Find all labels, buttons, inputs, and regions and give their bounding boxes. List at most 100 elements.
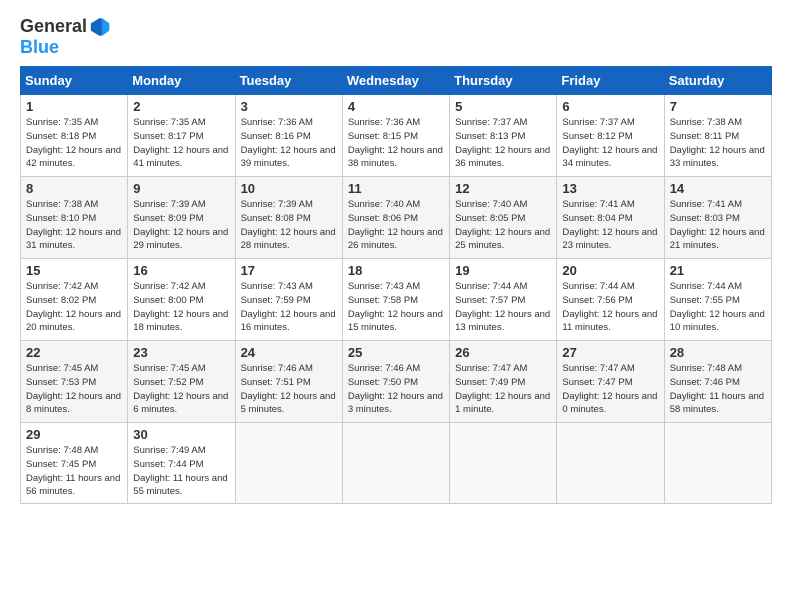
day-number: 1	[26, 99, 123, 114]
day-info: Sunrise: 7:43 AM Sunset: 7:59 PM Dayligh…	[241, 280, 338, 335]
day-info: Sunrise: 7:43 AM Sunset: 7:58 PM Dayligh…	[348, 280, 445, 335]
day-cell: 26 Sunrise: 7:47 AM Sunset: 7:49 PM Dayl…	[450, 341, 557, 423]
logo: General Blue	[20, 16, 111, 58]
day-info: Sunrise: 7:38 AM Sunset: 8:11 PM Dayligh…	[670, 116, 767, 171]
day-number: 17	[241, 263, 338, 278]
header-cell-wednesday: Wednesday	[342, 67, 449, 95]
logo-text-general: General	[20, 17, 87, 37]
day-cell: 24 Sunrise: 7:46 AM Sunset: 7:51 PM Dayl…	[235, 341, 342, 423]
header-cell-tuesday: Tuesday	[235, 67, 342, 95]
day-cell: 18 Sunrise: 7:43 AM Sunset: 7:58 PM Dayl…	[342, 259, 449, 341]
day-number: 2	[133, 99, 230, 114]
page: General Blue SundayMondayTuesdayWednesda…	[0, 0, 792, 514]
day-number: 4	[348, 99, 445, 114]
day-cell: 14 Sunrise: 7:41 AM Sunset: 8:03 PM Dayl…	[664, 177, 771, 259]
day-info: Sunrise: 7:39 AM Sunset: 8:08 PM Dayligh…	[241, 198, 338, 253]
day-info: Sunrise: 7:36 AM Sunset: 8:16 PM Dayligh…	[241, 116, 338, 171]
day-info: Sunrise: 7:47 AM Sunset: 7:49 PM Dayligh…	[455, 362, 552, 417]
day-cell: 16 Sunrise: 7:42 AM Sunset: 8:00 PM Dayl…	[128, 259, 235, 341]
day-info: Sunrise: 7:36 AM Sunset: 8:15 PM Dayligh…	[348, 116, 445, 171]
day-cell	[342, 423, 449, 504]
day-number: 9	[133, 181, 230, 196]
day-number: 26	[455, 345, 552, 360]
day-cell	[450, 423, 557, 504]
day-info: Sunrise: 7:42 AM Sunset: 8:00 PM Dayligh…	[133, 280, 230, 335]
day-cell: 19 Sunrise: 7:44 AM Sunset: 7:57 PM Dayl…	[450, 259, 557, 341]
day-info: Sunrise: 7:45 AM Sunset: 7:52 PM Dayligh…	[133, 362, 230, 417]
day-cell: 5 Sunrise: 7:37 AM Sunset: 8:13 PM Dayli…	[450, 95, 557, 177]
day-number: 22	[26, 345, 123, 360]
day-number: 5	[455, 99, 552, 114]
day-info: Sunrise: 7:40 AM Sunset: 8:06 PM Dayligh…	[348, 198, 445, 253]
day-info: Sunrise: 7:45 AM Sunset: 7:53 PM Dayligh…	[26, 362, 123, 417]
day-cell: 6 Sunrise: 7:37 AM Sunset: 8:12 PM Dayli…	[557, 95, 664, 177]
day-number: 6	[562, 99, 659, 114]
header-cell-monday: Monday	[128, 67, 235, 95]
day-number: 19	[455, 263, 552, 278]
week-row-5: 29 Sunrise: 7:48 AM Sunset: 7:45 PM Dayl…	[21, 423, 772, 504]
day-cell: 3 Sunrise: 7:36 AM Sunset: 8:16 PM Dayli…	[235, 95, 342, 177]
day-cell: 1 Sunrise: 7:35 AM Sunset: 8:18 PM Dayli…	[21, 95, 128, 177]
day-cell: 2 Sunrise: 7:35 AM Sunset: 8:17 PM Dayli…	[128, 95, 235, 177]
header-cell-sunday: Sunday	[21, 67, 128, 95]
header-cell-friday: Friday	[557, 67, 664, 95]
day-number: 12	[455, 181, 552, 196]
day-cell: 13 Sunrise: 7:41 AM Sunset: 8:04 PM Dayl…	[557, 177, 664, 259]
day-cell: 25 Sunrise: 7:46 AM Sunset: 7:50 PM Dayl…	[342, 341, 449, 423]
day-info: Sunrise: 7:46 AM Sunset: 7:50 PM Dayligh…	[348, 362, 445, 417]
day-number: 13	[562, 181, 659, 196]
day-cell	[664, 423, 771, 504]
day-cell: 17 Sunrise: 7:43 AM Sunset: 7:59 PM Dayl…	[235, 259, 342, 341]
day-cell: 23 Sunrise: 7:45 AM Sunset: 7:52 PM Dayl…	[128, 341, 235, 423]
day-number: 23	[133, 345, 230, 360]
day-info: Sunrise: 7:46 AM Sunset: 7:51 PM Dayligh…	[241, 362, 338, 417]
day-number: 28	[670, 345, 767, 360]
day-info: Sunrise: 7:42 AM Sunset: 8:02 PM Dayligh…	[26, 280, 123, 335]
day-number: 18	[348, 263, 445, 278]
day-info: Sunrise: 7:39 AM Sunset: 8:09 PM Dayligh…	[133, 198, 230, 253]
day-number: 30	[133, 427, 230, 442]
day-info: Sunrise: 7:38 AM Sunset: 8:10 PM Dayligh…	[26, 198, 123, 253]
day-cell: 7 Sunrise: 7:38 AM Sunset: 8:11 PM Dayli…	[664, 95, 771, 177]
day-info: Sunrise: 7:41 AM Sunset: 8:04 PM Dayligh…	[562, 198, 659, 253]
day-number: 25	[348, 345, 445, 360]
day-info: Sunrise: 7:35 AM Sunset: 8:18 PM Dayligh…	[26, 116, 123, 171]
day-number: 24	[241, 345, 338, 360]
day-info: Sunrise: 7:41 AM Sunset: 8:03 PM Dayligh…	[670, 198, 767, 253]
day-cell: 21 Sunrise: 7:44 AM Sunset: 7:55 PM Dayl…	[664, 259, 771, 341]
day-cell: 20 Sunrise: 7:44 AM Sunset: 7:56 PM Dayl…	[557, 259, 664, 341]
day-info: Sunrise: 7:35 AM Sunset: 8:17 PM Dayligh…	[133, 116, 230, 171]
day-cell: 15 Sunrise: 7:42 AM Sunset: 8:02 PM Dayl…	[21, 259, 128, 341]
day-cell: 4 Sunrise: 7:36 AM Sunset: 8:15 PM Dayli…	[342, 95, 449, 177]
day-number: 15	[26, 263, 123, 278]
day-cell: 22 Sunrise: 7:45 AM Sunset: 7:53 PM Dayl…	[21, 341, 128, 423]
day-info: Sunrise: 7:44 AM Sunset: 7:56 PM Dayligh…	[562, 280, 659, 335]
day-cell: 29 Sunrise: 7:48 AM Sunset: 7:45 PM Dayl…	[21, 423, 128, 504]
day-number: 11	[348, 181, 445, 196]
day-number: 10	[241, 181, 338, 196]
day-cell: 9 Sunrise: 7:39 AM Sunset: 8:09 PM Dayli…	[128, 177, 235, 259]
day-info: Sunrise: 7:44 AM Sunset: 7:55 PM Dayligh…	[670, 280, 767, 335]
day-cell: 11 Sunrise: 7:40 AM Sunset: 8:06 PM Dayl…	[342, 177, 449, 259]
day-info: Sunrise: 7:37 AM Sunset: 8:12 PM Dayligh…	[562, 116, 659, 171]
day-number: 27	[562, 345, 659, 360]
day-number: 8	[26, 181, 123, 196]
day-cell: 12 Sunrise: 7:40 AM Sunset: 8:05 PM Dayl…	[450, 177, 557, 259]
day-info: Sunrise: 7:37 AM Sunset: 8:13 PM Dayligh…	[455, 116, 552, 171]
day-cell: 30 Sunrise: 7:49 AM Sunset: 7:44 PM Dayl…	[128, 423, 235, 504]
logo-text-blue: Blue	[20, 37, 59, 57]
day-info: Sunrise: 7:48 AM Sunset: 7:45 PM Dayligh…	[26, 444, 123, 499]
calendar: SundayMondayTuesdayWednesdayThursdayFrid…	[20, 66, 772, 504]
day-cell: 27 Sunrise: 7:47 AM Sunset: 7:47 PM Dayl…	[557, 341, 664, 423]
day-number: 14	[670, 181, 767, 196]
header: General Blue	[20, 16, 772, 58]
day-number: 3	[241, 99, 338, 114]
day-number: 21	[670, 263, 767, 278]
day-number: 20	[562, 263, 659, 278]
day-info: Sunrise: 7:44 AM Sunset: 7:57 PM Dayligh…	[455, 280, 552, 335]
day-number: 7	[670, 99, 767, 114]
week-row-2: 8 Sunrise: 7:38 AM Sunset: 8:10 PM Dayli…	[21, 177, 772, 259]
day-number: 29	[26, 427, 123, 442]
header-row: SundayMondayTuesdayWednesdayThursdayFrid…	[21, 67, 772, 95]
day-number: 16	[133, 263, 230, 278]
